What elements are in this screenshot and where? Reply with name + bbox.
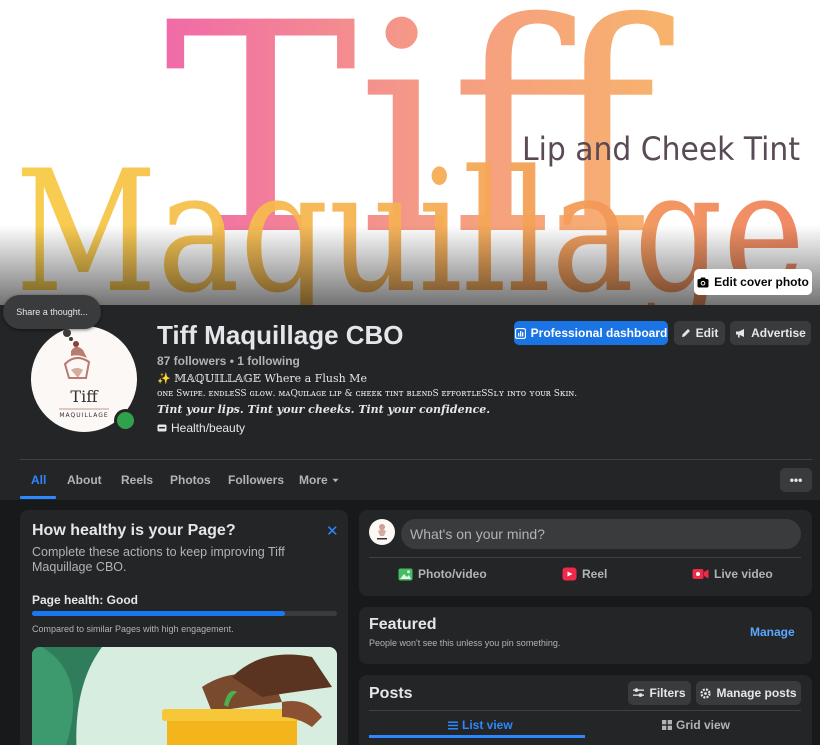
- illustration-graphic: [32, 647, 337, 745]
- manage-posts-button[interactable]: Manage posts: [696, 681, 801, 705]
- page-title: Tiff Maquillage CBO: [157, 320, 404, 350]
- composer-divider: [369, 557, 801, 558]
- list-view-label: List view: [462, 718, 513, 732]
- posts-card: Posts Filters Manage posts List view Gri…: [359, 675, 812, 745]
- post-composer-card: What's on your mind? Photo/video Reel Li…: [359, 510, 812, 596]
- posts-divider: [369, 710, 801, 711]
- page-category-label: Health/beauty: [171, 421, 246, 435]
- photo-icon: [398, 568, 413, 580]
- follower-count[interactable]: 87 followers • 1 following: [157, 354, 300, 368]
- active-tab-indicator: [20, 496, 56, 499]
- bio-line-3: 𝑻𝒊𝒏𝒕 𝒚𝒐𝒖𝒓 𝒍𝒊𝒑𝒔. 𝑻𝒊𝒏𝒕 𝒚𝒐𝒖𝒓 𝒄𝒉𝒆𝒆𝒌𝒔. 𝑻𝒊𝒏𝒕 𝒚…: [157, 403, 491, 416]
- filters-label: Filters: [649, 686, 686, 700]
- live-video-label: Live video: [714, 567, 773, 581]
- active-view-indicator: [369, 735, 585, 738]
- bio-line-1: ✨ 𝕄𝔸ℚ𝕌𝕀𝕃𝕃𝔸𝔾𝔼 Where a Flush Me: [157, 372, 367, 385]
- close-icon[interactable]: ✕: [326, 522, 339, 540]
- page-health-card: How healthy is your Page? ✕ Complete the…: [20, 510, 348, 745]
- caret-down-icon: [332, 478, 339, 482]
- bubble-tail: [63, 329, 71, 337]
- professional-dashboard-label: Professional dashboard: [530, 326, 668, 340]
- more-options-button[interactable]: •••: [780, 468, 812, 492]
- tab-followers[interactable]: Followers: [228, 473, 284, 487]
- cover-tagline: Lip and Cheek Tint: [522, 130, 800, 168]
- bar-chart-icon: [514, 327, 526, 339]
- reel-icon: [562, 567, 577, 581]
- manage-featured-link[interactable]: Manage: [750, 625, 795, 639]
- live-video-icon: [692, 569, 709, 579]
- page-health-note: Compared to similar Pages with high enga…: [32, 624, 234, 634]
- tab-about[interactable]: About: [67, 473, 102, 487]
- online-status-indicator: [114, 409, 137, 432]
- grid-view-label: Grid view: [676, 718, 731, 732]
- tag-icon: [157, 424, 167, 432]
- page-health-illustration: [32, 647, 337, 745]
- tab-more-label: More: [299, 473, 328, 487]
- live-video-button[interactable]: Live video: [692, 567, 773, 581]
- professional-dashboard-button[interactable]: Professional dashboard: [514, 321, 668, 345]
- grid-view-tab[interactable]: Grid view: [662, 718, 730, 732]
- page-category: Health/beauty: [157, 421, 245, 435]
- page-health-progress: [32, 611, 337, 616]
- filters-icon: [633, 688, 645, 697]
- gear-icon: [700, 687, 712, 699]
- filters-button[interactable]: Filters: [628, 681, 691, 705]
- page-health-progress-fill: [32, 611, 286, 616]
- avatar-brand: Tiff: [70, 387, 99, 406]
- camera-icon: [697, 277, 709, 287]
- photo-video-label: Photo/video: [418, 567, 487, 581]
- composer-placeholder: What's on your mind?: [410, 526, 545, 542]
- advertise-label: Advertise: [751, 326, 806, 340]
- tab-more[interactable]: More: [299, 473, 339, 487]
- bio-line-2: ᴏɴᴇ Sᴡɪᴘᴇ. ᴇɴᴅʟᴇSS ɢʟᴏᴡ. ᴍᴀQᴜɪʟᴀɢᴇ ʟɪᴘ &…: [157, 389, 578, 399]
- photo-video-button[interactable]: Photo/video: [398, 567, 487, 581]
- featured-subtitle: People won't see this unless you pin som…: [369, 638, 561, 648]
- tab-photos[interactable]: Photos: [170, 473, 211, 487]
- posts-title: Posts: [369, 685, 413, 702]
- bubble-tail-small: [69, 337, 73, 341]
- manage-posts-label: Manage posts: [716, 686, 797, 700]
- header-divider: [20, 459, 812, 460]
- featured-card: Featured People won't see this unless yo…: [359, 607, 812, 664]
- share-thought-label: Share a thought...: [16, 307, 88, 317]
- edit-page-button[interactable]: Edit: [674, 321, 725, 345]
- reel-label: Reel: [582, 567, 608, 581]
- advertise-button[interactable]: Advertise: [730, 321, 811, 345]
- tab-all[interactable]: All: [31, 473, 46, 487]
- share-thought-bubble[interactable]: Share a thought...: [3, 295, 101, 329]
- page-health-description: Complete these actions to keep improving…: [32, 545, 285, 574]
- megaphone-icon: [736, 329, 745, 338]
- page-health-title: How healthy is your Page?: [32, 522, 236, 539]
- composer-avatar[interactable]: [369, 519, 395, 545]
- pencil-icon: [681, 329, 690, 337]
- page-health-status: Page health: Good: [32, 593, 139, 607]
- list-icon: [448, 721, 458, 729]
- avatar-logo-small: [377, 524, 387, 540]
- whats-on-your-mind-input[interactable]: What's on your mind?: [401, 519, 801, 549]
- cover-photo[interactable]: Tiff Maquillage Lip and Cheek Tint Edit …: [0, 0, 820, 305]
- reel-button[interactable]: Reel: [562, 567, 607, 581]
- featured-title: Featured: [369, 616, 437, 633]
- edit-page-label: Edit: [695, 326, 719, 340]
- edit-cover-photo-button[interactable]: Edit cover photo: [694, 269, 812, 295]
- grid-icon: [662, 720, 672, 730]
- tab-reels[interactable]: Reels: [121, 473, 153, 487]
- avatar-subbrand: MAQUILLAGE: [59, 412, 108, 419]
- edit-cover-photo-label: Edit cover photo: [714, 275, 809, 289]
- list-view-tab[interactable]: List view: [448, 718, 513, 732]
